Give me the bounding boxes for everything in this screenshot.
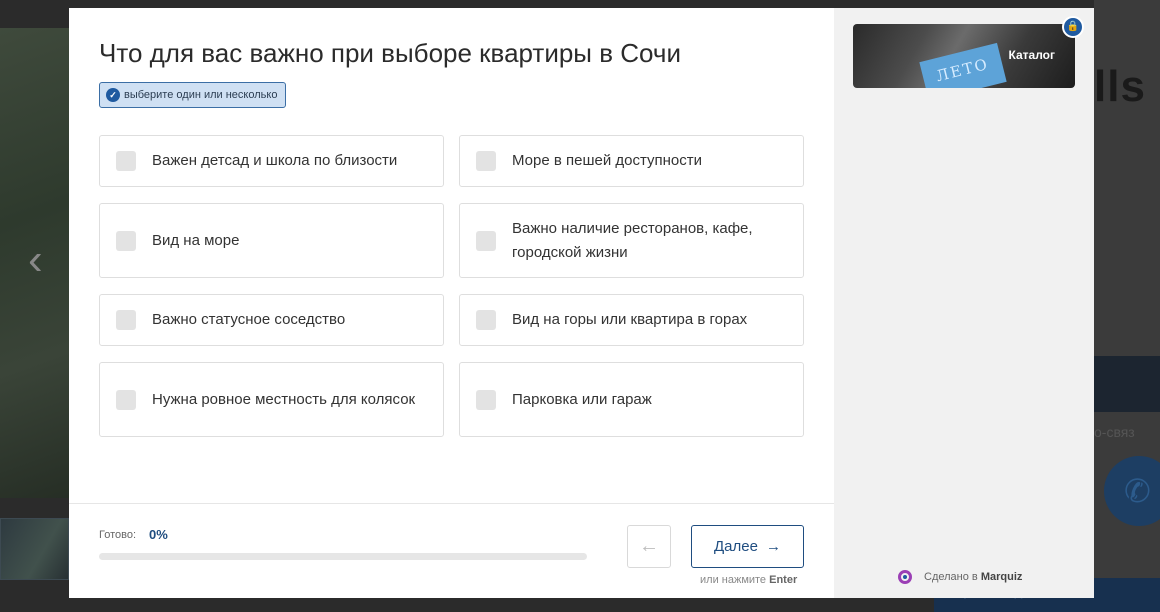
progress-bar [99,553,587,560]
progress-label: Готово: [99,529,137,541]
option-label: Важен детсад и школа по близости [152,152,398,169]
option-checkbox[interactable] [116,389,136,410]
background-logo: lls [1094,62,1146,111]
catalog-sign: ЛЕТО [919,42,1007,88]
footer-divider [69,503,834,504]
lock-icon: 🔒 [1062,16,1084,38]
next-button-label: Далее [714,538,758,555]
next-button[interactable]: Далее → [691,525,804,568]
made-by-text: Сделано в Marquiz [924,571,1022,583]
option-flat-terrain[interactable]: Нужна ровное местность для колясок [99,362,444,437]
option-mountain-view[interactable]: Вид на горы или квартира в горах [459,294,804,346]
option-kindergarten-school[interactable]: Важен детсад и школа по близости [99,135,444,187]
option-label: Нужна ровное местность для колясок [152,390,416,408]
quiz-sidebar: ЛЕТО Каталог 🔒 Сделано в Marquiz [834,8,1094,598]
option-label: Море в пешей доступности [512,152,703,169]
option-status-neighbors[interactable]: Важно статусное соседство [99,294,444,346]
catalog-card[interactable]: ЛЕТО Каталог [853,24,1075,88]
option-label: Парковка или гараж [512,390,652,408]
option-checkbox[interactable] [476,389,496,410]
option-checkbox[interactable] [476,230,496,251]
option-checkbox[interactable] [116,310,136,330]
option-sea-walking[interactable]: Море в пешей доступности [459,135,804,187]
check-circle-icon: ✓ [106,88,120,102]
option-label: Вид на море [152,231,240,249]
question-title: Что для вас важно при выборе квартиры в … [99,38,681,68]
made-by-brand: Marquiz [980,571,1023,583]
quiz-main: Что для вас важно при выборе квартиры в … [69,8,834,598]
arrow-right-icon: → [765,538,781,555]
background-dark-band [1094,356,1160,412]
option-checkbox[interactable] [116,151,136,171]
option-checkbox[interactable] [476,151,496,171]
made-by-marquiz[interactable]: Сделано в Marquiz [898,570,1022,584]
option-label: Вид на горы или квартира в горах [512,311,748,328]
progress-value: 0% [149,527,168,542]
option-restaurants-city-life[interactable]: Важно наличие ресторанов, кафе, городско… [459,203,804,278]
background-side-text: о-связ [1094,424,1135,440]
option-parking-garage[interactable]: Парковка или гараж [459,362,804,437]
selection-hint-badge: ✓ выберите один или несколько [99,82,287,108]
catalog-label: Каталог [1008,48,1056,62]
marquiz-logo-icon [898,570,912,584]
option-label: Важно статусное соседство [152,311,346,328]
selection-hint-text: выберите один или несколько [124,89,278,101]
enter-hint-key: Enter [769,574,798,586]
enter-key-hint: или нажмите Enter [700,574,797,586]
gallery-prev-arrow-icon: ‹ [28,235,43,284]
option-checkbox[interactable] [476,310,496,330]
background-gallery-thumbnail [0,518,69,580]
enter-hint-prefix: или нажмите [700,574,767,586]
option-sea-view[interactable]: Вид на море [99,203,444,278]
option-checkbox[interactable] [116,230,136,251]
option-label: Важно наличие ресторанов, кафе, городско… [512,219,753,261]
arrow-left-icon: ← [639,535,659,557]
quiz-modal: Что для вас важно при выборе квартиры в … [69,8,1094,598]
back-button[interactable]: ← [627,525,671,568]
made-by-prefix: Сделано в [924,571,978,583]
